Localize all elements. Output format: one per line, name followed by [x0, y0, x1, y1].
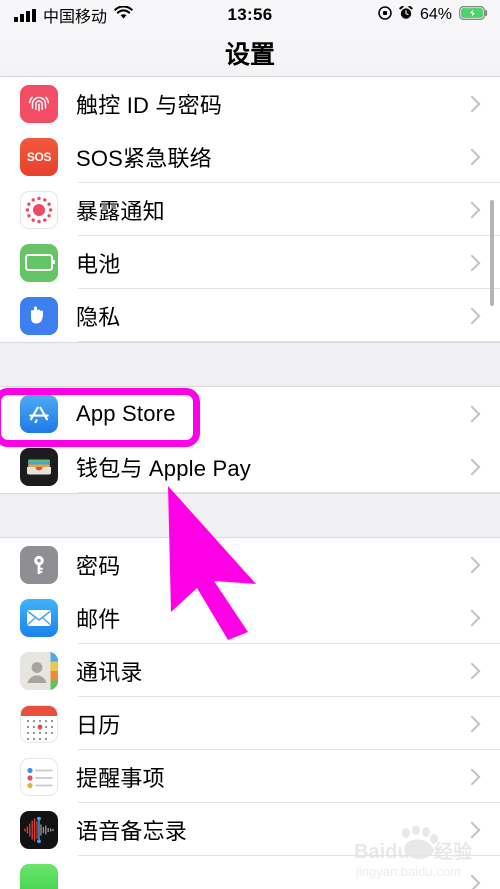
settings-row-contacts[interactable]: 通讯录	[0, 644, 500, 697]
settings-row-label: 电池	[76, 251, 121, 277]
iphone-settings-screen: 中国移动 13:56 64% 设置 触控 ID 与密码 SOS SOS紧急联络 …	[0, 0, 500, 889]
reminders-icon	[20, 757, 58, 796]
row-separator	[78, 492, 500, 493]
chevron-right-icon	[463, 405, 481, 422]
chevron-right-icon	[463, 201, 481, 218]
rotation-lock-icon	[378, 5, 392, 25]
chevron-right-icon	[463, 307, 481, 324]
passwords-key-icon	[20, 545, 58, 584]
settings-row-label: 邮件	[76, 606, 121, 632]
vertical-scrollbar[interactable]	[490, 200, 494, 306]
messages-icon	[20, 863, 58, 889]
settings-group-apps: 密码 邮件 通讯录 日历 提醒事项 语音备忘录	[0, 538, 500, 889]
wallet-icon	[20, 447, 58, 486]
settings-row-label: 日历	[76, 712, 121, 738]
status-bar: 中国移动 13:56 64%	[0, 0, 500, 30]
settings-row-label: SOS紧急联络	[76, 145, 212, 171]
chevron-right-icon	[463, 609, 481, 626]
settings-group-store: App Store 钱包与 Apple Pay	[0, 387, 500, 493]
settings-row-label: 隐私	[76, 304, 121, 330]
chevron-right-icon	[463, 556, 481, 573]
settings-row-label: 提醒事项	[76, 765, 165, 791]
settings-row-label: 暴露通知	[76, 198, 165, 224]
status-bar-right: 64%	[378, 0, 488, 30]
exposure-notification-icon	[20, 190, 58, 229]
chevron-right-icon	[463, 458, 481, 475]
settings-row-label: 通讯录	[76, 659, 143, 685]
sos-icon: SOS	[20, 137, 58, 176]
settings-row-label: 钱包与 Apple Pay	[76, 455, 252, 481]
settings-row-touch-id-passcode[interactable]: 触控 ID 与密码	[0, 77, 500, 130]
app-store-icon	[20, 394, 58, 433]
group-separator	[0, 342, 500, 387]
chevron-right-icon	[463, 715, 481, 732]
battery-percent-label: 64%	[419, 6, 452, 23]
settings-row-label: App Store	[76, 400, 176, 426]
chevron-right-icon	[463, 821, 481, 838]
settings-list[interactable]: 触控 ID 与密码 SOS SOS紧急联络 暴露通知 电池 隐私 App Sto…	[0, 77, 500, 889]
row-separator	[78, 341, 500, 342]
settings-row-wallet-apple-pay[interactable]: 钱包与 Apple Pay	[0, 440, 500, 493]
settings-row-mail[interactable]: 邮件	[0, 591, 500, 644]
settings-group-security: 触控 ID 与密码 SOS SOS紧急联络 暴露通知 电池 隐私	[0, 77, 500, 342]
privacy-hand-icon	[20, 296, 58, 335]
settings-row-voice-memos[interactable]: 语音备忘录	[0, 803, 500, 856]
settings-row-label: 密码	[76, 553, 121, 579]
chevron-right-icon	[463, 768, 481, 785]
settings-row-messages[interactable]	[0, 856, 500, 889]
chevron-right-icon	[463, 662, 481, 679]
contacts-icon	[20, 651, 58, 690]
settings-row-label: 语音备忘录	[76, 818, 188, 844]
chevron-right-icon	[463, 254, 481, 271]
chevron-right-icon	[463, 148, 481, 165]
voice-memos-icon	[20, 810, 58, 849]
settings-row-emergency-sos[interactable]: SOS SOS紧急联络	[0, 130, 500, 183]
touch-id-icon	[20, 84, 58, 123]
calendar-icon	[20, 704, 58, 743]
chevron-right-icon	[463, 874, 481, 889]
settings-row-exposure-notifications[interactable]: 暴露通知	[0, 183, 500, 236]
settings-row-privacy[interactable]: 隐私	[0, 289, 500, 342]
settings-row-battery[interactable]: 电池	[0, 236, 500, 289]
group-separator	[0, 493, 500, 538]
navigation-bar: 设置	[0, 30, 500, 77]
settings-row-passwords[interactable]: 密码	[0, 538, 500, 591]
mail-icon	[20, 598, 58, 637]
settings-row-app-store[interactable]: App Store	[0, 387, 500, 440]
chevron-right-icon	[463, 95, 481, 112]
battery-icon	[20, 243, 58, 282]
settings-row-label: 触控 ID 与密码	[76, 92, 223, 118]
clock-time: 13:56	[227, 5, 273, 24]
battery-charging-icon	[459, 5, 488, 25]
settings-row-reminders[interactable]: 提醒事项	[0, 750, 500, 803]
settings-row-calendar[interactable]: 日历	[0, 697, 500, 750]
alarm-clock-icon	[399, 5, 413, 25]
page-title: 设置	[224, 41, 275, 69]
